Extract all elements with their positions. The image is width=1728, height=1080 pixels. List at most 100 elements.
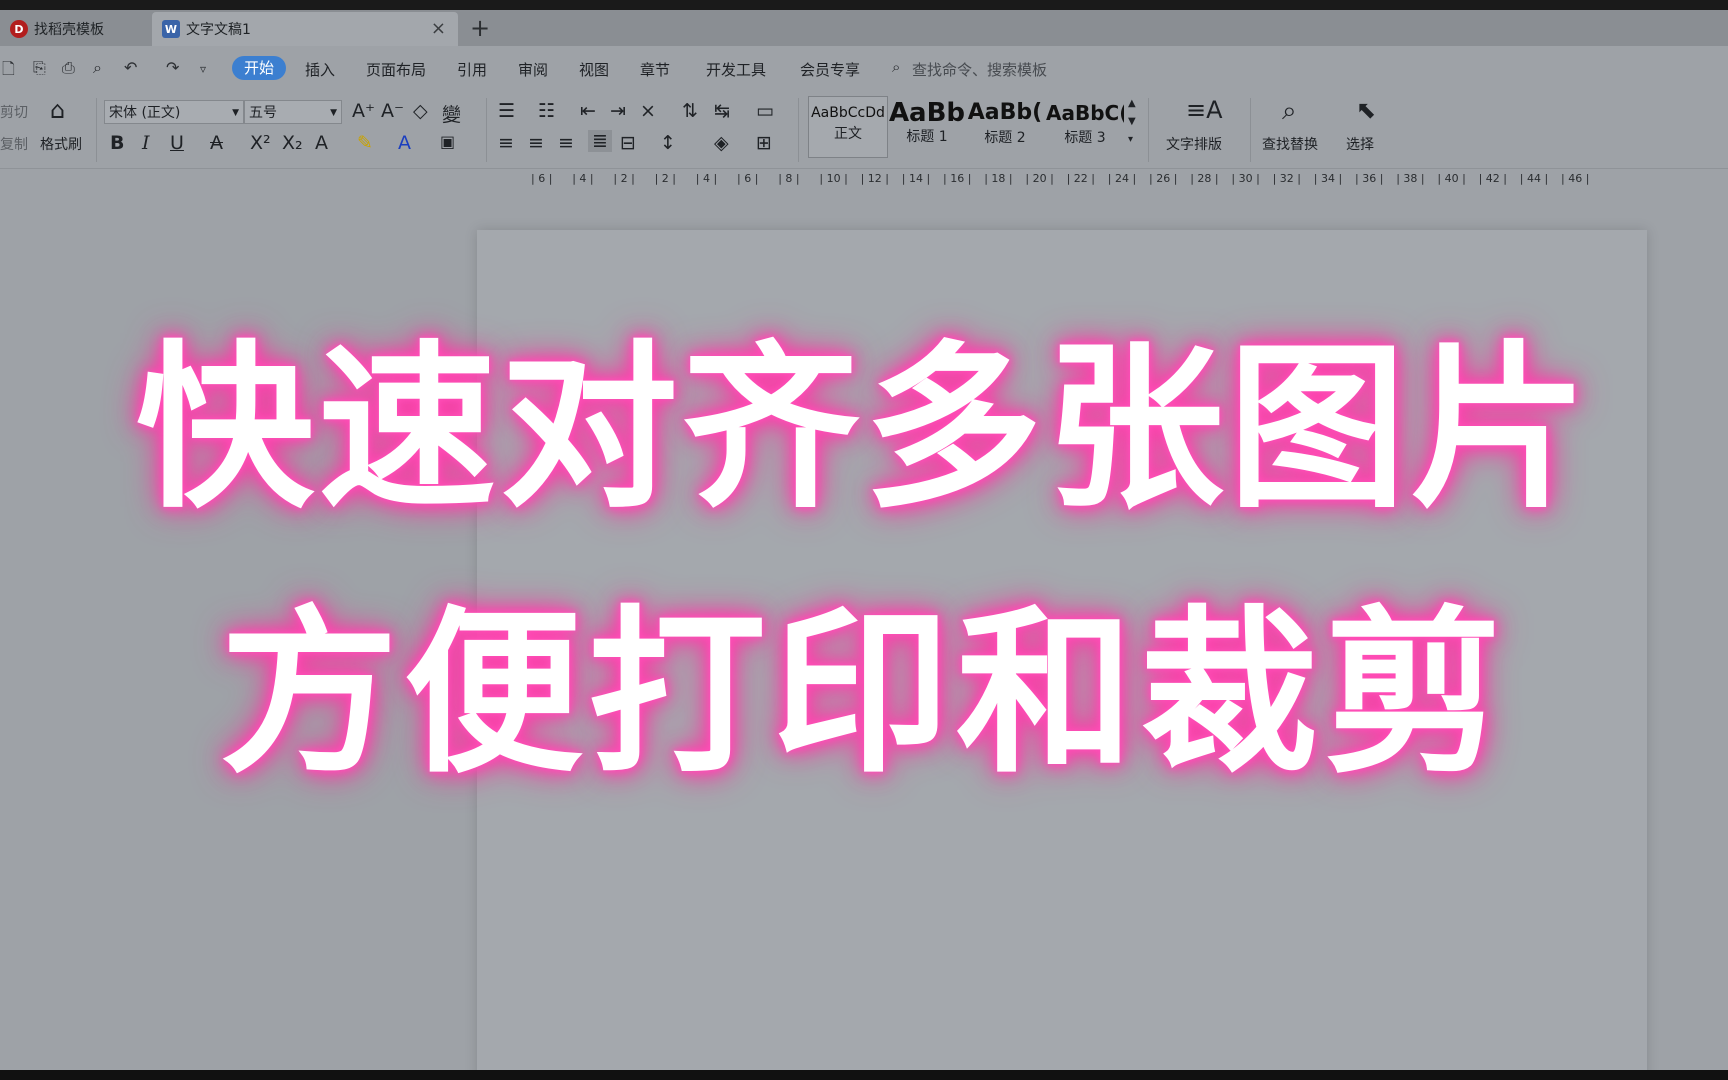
save-icon[interactable]: 🗋 — [2, 58, 15, 85]
bullet-list-icon[interactable]: ☰ — [498, 100, 515, 122]
copy-button[interactable]: 复制 — [0, 134, 28, 154]
phonetic-guide-icon[interactable]: 變 — [442, 100, 461, 127]
style-heading-3[interactable]: AaBbC( 标题 3 — [1046, 96, 1124, 156]
underline-icon[interactable]: U — [170, 132, 184, 154]
ruler-tick-label: | 4 | — [572, 172, 594, 185]
chevron-down-icon[interactable]: ▼ — [1128, 116, 1136, 127]
chevron-up-icon[interactable]: ▲ — [1128, 98, 1136, 109]
customize-toolbar-icon[interactable]: ▿ — [200, 62, 206, 76]
chinese-layout-icon[interactable]: ⨯ — [640, 100, 656, 122]
text-direction-icon[interactable]: ↹ — [714, 100, 730, 122]
ruler-tick-label: | 32 | — [1272, 172, 1301, 185]
align-left-icon[interactable]: ≡ — [498, 132, 514, 154]
menu-tab-membership[interactable]: 会员专享 — [800, 59, 860, 80]
ruler-tick-label: | 30 | — [1231, 172, 1260, 185]
menu-tab-insert[interactable]: 插入 — [305, 59, 335, 80]
title-overlay-line-2: 方便打印和裁剪 — [220, 590, 1508, 797]
align-right-icon[interactable]: ≡ — [558, 132, 574, 154]
print-icon[interactable]: ⎙ — [62, 58, 75, 78]
horizontal-ruler[interactable]: | 6 | | 4 | | 2 | | 2 | | 4 | | 6 | | 8 | | 10 … — [495, 168, 1635, 190]
style-heading-2[interactable]: AaBb( 标题 2 — [966, 96, 1044, 156]
superscript-icon[interactable]: X² — [250, 132, 271, 154]
strikethrough-icon[interactable]: A — [210, 132, 223, 154]
line-spacing-icon[interactable]: ↕ — [660, 132, 676, 154]
text-effect-icon[interactable]: A — [315, 132, 328, 154]
ruler-tick-label: | 10 | — [819, 172, 848, 185]
print-preview-icon[interactable]: ⌕ — [93, 58, 102, 78]
format-painter-icon: ⌂ — [50, 96, 66, 124]
text-layout-button[interactable]: 文字排版 — [1166, 134, 1222, 154]
font-size-select[interactable]: 五号 ▼ — [244, 100, 342, 124]
menu-row: 🗋 ⎘ ⎙ ⌕ ↶ ↷ ▿ 开始 插入 页面布局 引用 审阅 视图 章节 开发工… — [0, 46, 1728, 90]
menu-tab-developer[interactable]: 开发工具 — [706, 59, 766, 80]
command-search-input[interactable]: 查找命令、搜索模板 — [912, 59, 1047, 80]
close-tab-icon[interactable]: × — [431, 18, 446, 39]
menu-tab-view[interactable]: 视图 — [579, 59, 609, 80]
menu-tab-home[interactable]: 开始 — [232, 56, 286, 80]
shading-icon[interactable]: ◈ — [714, 132, 729, 154]
ruler-tick-label: | 6 | — [737, 172, 759, 185]
style-preview: AaBb( — [967, 100, 1043, 125]
ruler-tick-label: | 24 | — [1107, 172, 1137, 185]
increase-indent-icon[interactable]: ⇥ — [610, 100, 626, 122]
tab-document-1[interactable]: W 文字文稿1 × — [152, 12, 458, 46]
font-name-select[interactable]: 宋体 (正文) ▼ — [104, 100, 244, 124]
menu-tab-chapter[interactable]: 章节 — [640, 59, 670, 80]
ruler-tick-label: | 16 | — [943, 172, 972, 185]
highlight-icon[interactable]: ✎ — [357, 132, 373, 154]
undo-icon[interactable]: ↶ — [124, 58, 137, 77]
style-label: 正文 — [834, 126, 862, 142]
select-cursor-icon: ⬉ — [1356, 96, 1377, 124]
redo-icon[interactable]: ↷ — [166, 58, 179, 77]
align-center-icon[interactable]: ≡ — [528, 132, 544, 154]
tab-docer-templates[interactable]: D 找稻壳模板 — [0, 12, 150, 46]
justify-icon[interactable]: ≣ — [588, 130, 612, 152]
chevron-down-icon: ▼ — [232, 108, 239, 118]
subscript-icon[interactable]: X₂ — [282, 132, 303, 154]
menu-tab-references[interactable]: 引用 — [457, 59, 487, 80]
ribbon-divider — [1148, 98, 1149, 162]
more-styles-icon[interactable]: ▾ — [1128, 134, 1133, 145]
style-heading-1[interactable]: AaBb 标题 1 — [888, 96, 966, 156]
italic-icon[interactable]: I — [142, 132, 150, 154]
numbered-list-icon[interactable]: ☷ — [538, 100, 555, 122]
increase-font-icon[interactable]: A⁺ — [352, 100, 375, 122]
search-icon: ⌕ — [892, 58, 901, 76]
font-name-value: 宋体 (正文) — [109, 105, 181, 121]
ruler-tick-label: | 42 | — [1478, 172, 1507, 185]
clear-format-icon[interactable]: ◇ — [413, 100, 428, 122]
font-color-icon[interactable]: A — [398, 132, 411, 154]
ruler-tick-label: | 4 | — [695, 172, 718, 185]
character-border-icon[interactable]: ▣ — [440, 132, 455, 151]
format-painter-button[interactable]: 格式刷 — [40, 134, 82, 154]
ruler-toggle-icon[interactable]: ▭ — [756, 100, 774, 122]
ribbon-divider — [1250, 98, 1251, 162]
ribbon-home: 剪切 复制 ⌂ 格式刷 宋体 (正文) ▼ 五号 ▼ A⁺ A⁻ ◇ 變 B I… — [0, 90, 1728, 169]
ruler-tick-label: | 38 | — [1396, 172, 1425, 185]
tab-bar: D 找稻壳模板 W 文字文稿1 × + — [0, 10, 1728, 46]
select-button[interactable]: 选择 — [1346, 134, 1374, 154]
style-preview: AaBb — [888, 98, 966, 128]
ruler-tick-label: | 14 | — [901, 172, 931, 185]
borders-icon[interactable]: ⊞ — [756, 132, 772, 154]
ruler-tick-label: | 28 | — [1190, 172, 1219, 185]
decrease-font-icon[interactable]: A⁻ — [381, 100, 404, 122]
style-normal[interactable]: AaBbCcDd 正文 — [808, 96, 888, 158]
cut-button[interactable]: 剪切 — [0, 102, 28, 122]
distributed-icon[interactable]: ⊟ — [620, 132, 636, 154]
new-tab-button[interactable]: + — [470, 14, 490, 42]
ribbon-divider — [798, 98, 799, 162]
menu-tab-review[interactable]: 审阅 — [518, 59, 548, 80]
ruler-tick-label: | 8 | — [778, 172, 800, 185]
export-pdf-icon[interactable]: ⎘ — [33, 58, 46, 78]
bold-icon[interactable]: B — [110, 132, 124, 154]
title-overlay-line-1: 快速对齐多张图片 — [136, 325, 1592, 532]
decrease-indent-icon[interactable]: ⇤ — [580, 100, 596, 122]
sort-icon[interactable]: ⇅ — [682, 100, 698, 122]
find-replace-button[interactable]: 查找替换 — [1262, 134, 1318, 154]
ruler-tick-label: | 40 | — [1437, 172, 1466, 185]
style-preview: AaBbCcDd — [811, 105, 885, 121]
menu-tab-page-layout[interactable]: 页面布局 — [366, 59, 426, 80]
chevron-down-icon: ▼ — [330, 108, 337, 118]
tab-label: 文字文稿1 — [186, 22, 251, 38]
